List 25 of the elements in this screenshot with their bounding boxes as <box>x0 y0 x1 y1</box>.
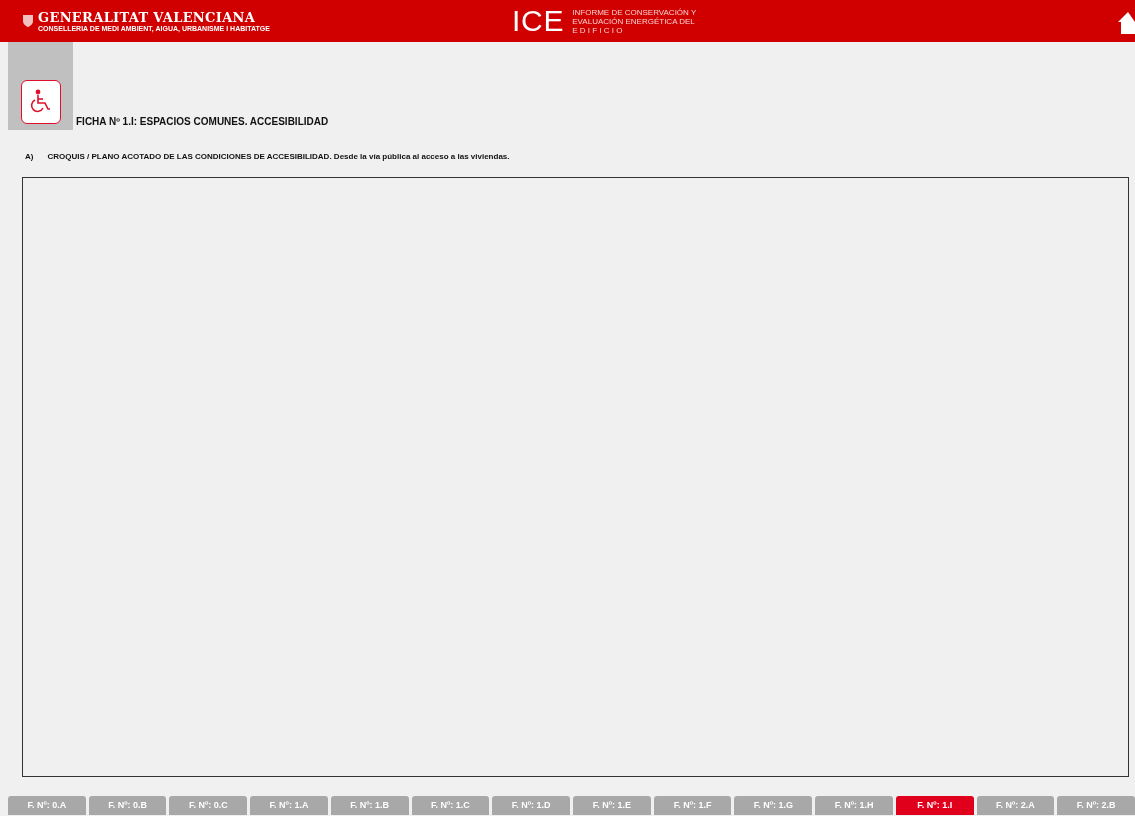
crest-icon <box>22 14 34 28</box>
app-acronym: ICE <box>512 6 565 36</box>
home-icon[interactable] <box>1118 12 1135 34</box>
app-title-line: EVALUACIÓN ENERGÉTICA DEL <box>572 16 696 26</box>
sheet-title: FICHA Nº 1.I: ESPACIOS COMUNES. ACCESIBILIDAD <box>76 115 329 129</box>
sheet-tab[interactable]: F. Nº: 0.A <box>8 796 86 815</box>
sheet-tab[interactable]: F. Nº: 1.I <box>895 796 974 815</box>
sheet-tab[interactable]: F. Nº: 1.C <box>411 796 490 815</box>
sheet-tab[interactable]: F. Nº: 1.E <box>573 796 651 815</box>
sheet-tab[interactable]: F. Nº: 0.B <box>88 796 167 815</box>
sheet-tab[interactable]: F. Nº: 1.G <box>734 796 813 815</box>
sheet-tab[interactable]: F. Nº: 1.A <box>250 796 328 815</box>
sheet-tab[interactable]: F. Nº: 1.F <box>653 796 732 815</box>
app-title-line: E D I F I C I O <box>572 25 624 35</box>
org-name: GENERALITAT VALENCIANA <box>38 10 257 24</box>
sheet-tab[interactable]: F. Nº: 1.B <box>330 796 409 815</box>
section-letter: A) <box>25 151 34 163</box>
sheet-tab[interactable]: F. Nº: 0.C <box>169 796 248 815</box>
sheet-tab[interactable]: F. Nº: 1.H <box>815 796 893 815</box>
sheet-tab[interactable]: F. Nº: 2.B <box>1057 796 1135 815</box>
section-heading: CROQUIS / PLANO ACOTADO DE LAS CONDICIONES DE ACCESIBILIDAD. Desde la vía pública al acceso a las viviendas. <box>47 151 510 163</box>
app-title-line: INFORME DE CONSERVACIÓN Y <box>572 7 697 17</box>
wheelchair-icon <box>28 89 53 115</box>
sheet-tab[interactable]: F. Nº: 1.D <box>492 796 571 815</box>
sheet-tab[interactable]: F. Nº: 2.A <box>976 796 1055 815</box>
